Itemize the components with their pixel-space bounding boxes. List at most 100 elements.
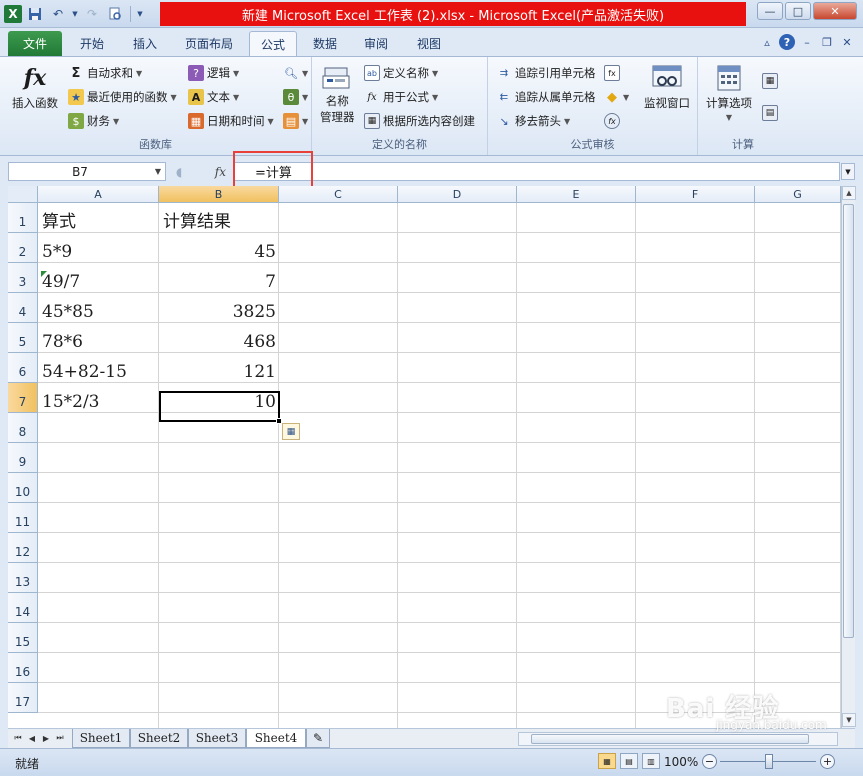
horizontal-scroll-thumb[interactable] (531, 734, 809, 744)
save-icon[interactable] (25, 4, 45, 24)
evaluate-formula-button[interactable]: fx (604, 113, 620, 129)
formula-bar-splitter-icon[interactable]: ◖ (176, 165, 182, 179)
ribbon-minimize-icon[interactable]: ▵ (759, 34, 775, 50)
financial-button[interactable]: $ 财务 ▼ (68, 113, 119, 129)
define-name-button[interactable]: ab 定义名称 ▼ (364, 65, 438, 81)
redo-icon[interactable]: ↷ (82, 4, 102, 24)
minimize-button[interactable]: — (757, 2, 783, 20)
row-header-6[interactable]: 6 (8, 353, 38, 383)
tab-view[interactable]: 视图 (404, 31, 454, 56)
column-header-e[interactable]: E (517, 186, 636, 203)
next-sheet-icon[interactable]: ▶ (40, 731, 52, 745)
column-header-c[interactable]: C (279, 186, 398, 203)
math-trig-button[interactable]: θ ▼ (283, 89, 308, 105)
zoom-level[interactable]: 100% (664, 755, 698, 769)
column-header-d[interactable]: D (398, 186, 517, 203)
text-button[interactable]: A 文本 ▼ (188, 89, 239, 105)
doc-minimize-icon[interactable]: – (799, 34, 815, 50)
excel-logo-icon[interactable]: X (4, 5, 22, 23)
last-sheet-icon[interactable]: ⏭ (54, 731, 66, 745)
column-header-f[interactable]: F (636, 186, 755, 203)
vertical-scroll-thumb[interactable] (843, 204, 854, 638)
show-formulas-button[interactable]: fx (604, 65, 620, 81)
row-header-16[interactable]: 16 (8, 653, 38, 683)
zoom-in-button[interactable]: + (820, 754, 835, 769)
error-indicator-icon[interactable] (41, 271, 47, 277)
row-header-11[interactable]: 11 (8, 503, 38, 533)
cell-b3[interactable]: 7 (159, 263, 279, 293)
datetime-button[interactable]: ▦ 日期和时间 ▼ (188, 113, 274, 129)
insert-sheet-icon[interactable]: ✎ (306, 729, 330, 748)
tab-insert[interactable]: 插入 (120, 31, 170, 56)
row-header-1[interactable]: 1 (8, 203, 38, 233)
sheet-tab-4[interactable]: Sheet4 (246, 729, 306, 748)
row-header-17[interactable]: 17 (8, 683, 38, 713)
row-header-10[interactable]: 10 (8, 473, 38, 503)
spreadsheet-grid[interactable]: A B C D E F G 1 2 3 4 5 6 7 8 9 10 11 12 13 14 15 16 17 算式 计算结果 5*… (8, 186, 841, 728)
trace-precedents-button[interactable]: ⇉ 追踪引用单元格 (496, 65, 596, 81)
cell-b5[interactable]: 468 (159, 323, 279, 353)
doc-close-icon[interactable]: ✕ (839, 34, 855, 50)
undo-dropdown-icon[interactable]: ▼ (71, 4, 79, 24)
name-box[interactable]: B7 ▼ (8, 162, 166, 181)
customize-qat-icon[interactable]: ▼ (136, 4, 144, 24)
recent-functions-button[interactable]: ★ 最近使用的函数 ▼ (68, 89, 177, 105)
first-sheet-icon[interactable]: ⏮ (12, 731, 24, 745)
error-checking-button[interactable]: ◆ ▼ (604, 89, 629, 105)
scroll-down-icon[interactable]: ▼ (842, 713, 856, 727)
page-layout-view-icon[interactable]: ▤ (620, 753, 638, 769)
row-header-4[interactable]: 4 (8, 293, 38, 323)
cell-a2[interactable]: 5*9 (38, 233, 159, 263)
cell-a4[interactable]: 45*85 (38, 293, 159, 323)
calculation-options-button[interactable]: 计算选项 ▼ (706, 63, 752, 122)
tab-file[interactable]: 文件 (8, 31, 62, 56)
autosum-button[interactable]: Σ 自动求和 ▼ (68, 65, 143, 81)
column-header-g[interactable]: G (755, 186, 841, 203)
cell-b6[interactable]: 121 (159, 353, 279, 383)
logical-button[interactable]: ? 逻辑 ▼ (188, 65, 239, 81)
cell-b2[interactable]: 45 (159, 233, 279, 263)
cell-a3[interactable]: 49/7 (38, 263, 159, 293)
calculate-sheet-button[interactable]: ▤ (762, 105, 778, 121)
close-button[interactable]: ✕ (813, 2, 857, 20)
zoom-slider-knob[interactable] (765, 754, 773, 769)
auto-fill-options-icon[interactable]: ▦ (282, 423, 300, 440)
prev-sheet-icon[interactable]: ◀ (26, 731, 38, 745)
vertical-scrollbar[interactable]: ▲ ▼ (841, 186, 856, 728)
column-header-b[interactable]: B (159, 186, 279, 203)
normal-view-icon[interactable]: ▦ (598, 753, 616, 769)
cell-a7[interactable]: 15*2/3 (38, 383, 159, 413)
watch-window-button[interactable]: 监视窗口 (644, 63, 690, 111)
undo-icon[interactable]: ↶ (48, 4, 68, 24)
sheet-tab-1[interactable]: Sheet1 (72, 729, 130, 748)
tab-home[interactable]: 开始 (68, 31, 116, 56)
row-header-7[interactable]: 7 (8, 383, 38, 413)
tab-data[interactable]: 数据 (302, 31, 348, 56)
lookup-reference-button[interactable]: 🔍︎ ▼ (283, 65, 308, 81)
cell-a6[interactable]: 54+82-15 (38, 353, 159, 383)
cell-a1[interactable]: 算式 (38, 203, 159, 233)
restore-button[interactable]: □ (785, 2, 811, 20)
row-header-14[interactable]: 14 (8, 593, 38, 623)
tab-formulas[interactable]: 公式 (249, 31, 297, 56)
doc-restore-icon[interactable]: ❐ (819, 34, 835, 50)
help-icon[interactable]: ? (779, 34, 795, 50)
calculate-now-button[interactable]: ▦ (762, 73, 778, 89)
zoom-out-button[interactable]: − (702, 754, 717, 769)
row-header-3[interactable]: 3 (8, 263, 38, 293)
formula-input[interactable]: =计算 (234, 162, 840, 181)
row-header-8[interactable]: 8 (8, 413, 38, 443)
row-header-12[interactable]: 12 (8, 533, 38, 563)
print-preview-icon[interactable] (105, 4, 125, 24)
select-all-corner[interactable] (8, 186, 38, 203)
column-header-a[interactable]: A (38, 186, 159, 203)
row-header-5[interactable]: 5 (8, 323, 38, 353)
row-header-13[interactable]: 13 (8, 563, 38, 593)
cell-b1[interactable]: 计算结果 (159, 203, 279, 233)
create-from-selection-button[interactable]: ▦ 根据所选内容创建 (364, 113, 475, 129)
sheet-tab-2[interactable]: Sheet2 (130, 729, 188, 748)
tab-page-layout[interactable]: 页面布局 (174, 31, 244, 56)
expand-formula-bar-icon[interactable]: ▼ (841, 163, 855, 180)
more-functions-button[interactable]: ▤ ▼ (283, 113, 308, 129)
sheet-tab-3[interactable]: Sheet3 (188, 729, 246, 748)
